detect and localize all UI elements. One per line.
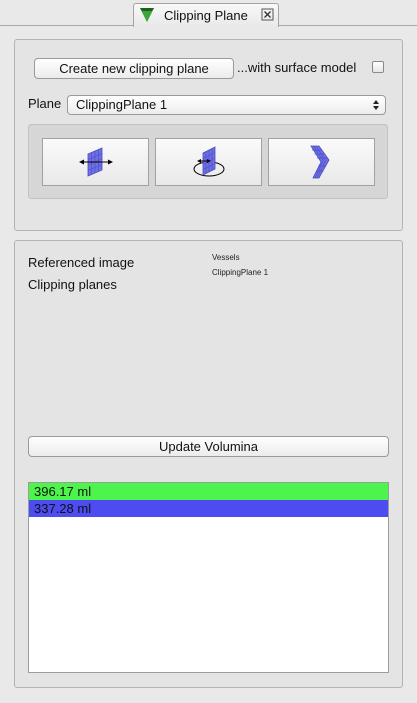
translate-plane-button[interactable]: [42, 138, 149, 186]
surface-model-label: ...with surface model: [237, 60, 357, 75]
plane-select-value: ClippingPlane 1: [76, 97, 168, 112]
create-clipping-plane-button[interactable]: Create new clipping plane: [34, 58, 234, 79]
select-arrows-icon: [373, 100, 379, 110]
deform-plane-button[interactable]: [268, 138, 375, 186]
volume-row-1[interactable]: 396.17 ml: [29, 483, 388, 500]
tab-clipping-plane[interactable]: Clipping Plane: [133, 3, 279, 27]
plane-label: Plane: [28, 96, 62, 111]
tab-title: Clipping Plane: [164, 8, 248, 23]
update-volumina-button[interactable]: Update Volumina: [28, 436, 389, 457]
volume-row-2[interactable]: 337.28 ml: [29, 500, 388, 517]
volume-list[interactable]: 396.17 ml 337.28 ml: [28, 482, 389, 673]
clipping-plane-icon: [140, 8, 154, 22]
surface-model-checkbox[interactable]: [372, 61, 384, 73]
clipping-planes-label: Clipping planes: [28, 277, 117, 292]
translate-plane-icon: [78, 147, 113, 177]
deform-plane-icon: [309, 145, 329, 179]
rotate-plane-icon: [193, 146, 224, 177]
referenced-image-value: Vessels: [212, 253, 240, 262]
rotate-plane-button[interactable]: [155, 138, 262, 186]
clipping-planes-value: ClippingPlane 1: [212, 268, 269, 277]
referenced-image-label: Referenced image: [28, 255, 135, 270]
close-icon[interactable]: [261, 8, 274, 21]
plane-select[interactable]: ClippingPlane 1: [67, 95, 386, 115]
tab-strip: Clipping Plane: [0, 0, 417, 27]
